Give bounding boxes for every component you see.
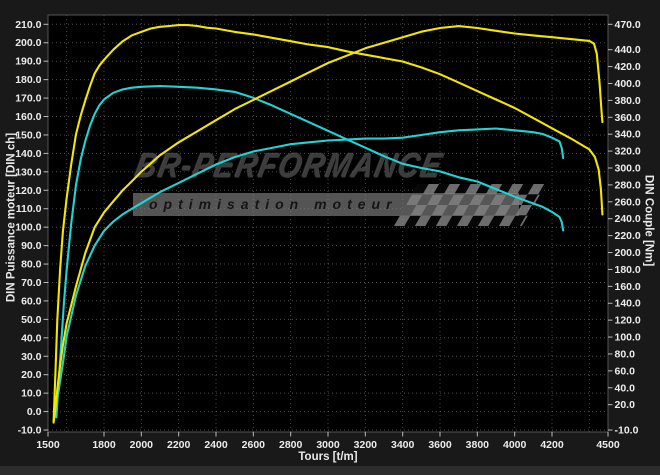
right-tick-label: 40.0: [615, 382, 636, 394]
x-tick-label: 4500: [596, 439, 620, 451]
right-tick-label: 240.0: [615, 213, 641, 225]
x-tick-label: 3200: [354, 439, 378, 451]
left-tick-label: -10.0: [18, 425, 42, 437]
left-tick-label: 0.0: [27, 406, 42, 418]
x-tick-label: 4000: [503, 439, 527, 451]
right-axis-title: DIN Couple [Nm]: [640, 141, 655, 301]
left-axis-title: DIN Puissance moteur [DIN ch]: [6, 108, 21, 328]
x-tick-label: 2600: [242, 439, 266, 451]
x-tick-label: 4200: [540, 439, 564, 451]
right-tick-label: 20.0: [615, 399, 636, 411]
watermark-tagline: optimisation moteur: [133, 193, 519, 216]
right-tick-label: 340.0: [615, 129, 641, 141]
x-tick-label: 1500: [36, 439, 60, 451]
right-tick-label: 300.0: [615, 162, 641, 174]
left-tick-label: 10.0: [21, 388, 42, 400]
chart-plot-area: 210.0200.0190.0180.0170.0160.0150.0140.0…: [0, 0, 660, 475]
x-tick-label: 3400: [391, 439, 415, 451]
right-tick-label: 440.0: [615, 44, 641, 56]
x-tick-label: 3800: [466, 439, 490, 451]
left-tick-label: 60.0: [21, 295, 42, 307]
right-tick-label: -10.0: [615, 425, 639, 437]
x-axis-title: Tours [t/m]: [48, 451, 608, 463]
left-tick-label: 70.0: [21, 277, 42, 289]
right-tick-label: 360.0: [615, 112, 641, 124]
watermark: BR-Performance optimisation moteur: [130, 156, 542, 228]
left-tick-label: 50.0: [21, 314, 42, 326]
right-tick-label: 200.0: [615, 247, 641, 259]
right-tick-label: 140.0: [615, 298, 641, 310]
x-tick-label: 1800: [92, 439, 116, 451]
right-tick-label: 420.0: [615, 61, 641, 73]
left-tick-label: 170.0: [15, 93, 41, 105]
left-tick-label: 90.0: [21, 240, 42, 252]
left-tick-label: 40.0: [21, 332, 42, 344]
left-tick-label: 200.0: [15, 37, 41, 49]
right-tick-label: 280.0: [615, 179, 641, 191]
right-tick-label: 180.0: [615, 264, 641, 276]
left-tick-label: 190.0: [15, 56, 41, 68]
x-tick-label: 3600: [428, 439, 452, 451]
left-tick-label: 180.0: [15, 74, 41, 86]
x-tick-label: 2000: [130, 439, 154, 451]
left-tick-label: 30.0: [21, 351, 42, 363]
right-tick-label: 320.0: [615, 146, 641, 158]
right-tick-label: 220.0: [615, 230, 641, 242]
left-tick-label: 20.0: [21, 369, 42, 381]
right-tick-label: 400.0: [615, 78, 641, 90]
x-tick-label: 3000: [316, 439, 340, 451]
dyno-chart-page: 210.0200.0190.0180.0170.0160.0150.0140.0…: [0, 0, 660, 475]
left-tick-label: 210.0: [15, 19, 41, 31]
right-tick-label: 380.0: [615, 95, 641, 107]
x-tick-label: 2200: [167, 439, 191, 451]
right-tick-label: 160.0: [615, 281, 641, 293]
watermark-brand-logo: BR-Performance: [132, 148, 447, 187]
right-tick-label: 260.0: [615, 196, 641, 208]
right-tick-label: 80.0: [615, 348, 636, 360]
left-tick-label: 80.0: [21, 259, 42, 271]
right-tick-label: 100.0: [615, 332, 641, 344]
x-tick-label: 2800: [279, 439, 303, 451]
watermark-bar: optimisation moteur: [133, 193, 519, 216]
x-tick-label: 2400: [204, 439, 228, 451]
right-tick-label: 60.0: [615, 365, 636, 377]
right-tick-label: 470.0: [615, 19, 641, 31]
right-tick-label: 120.0: [615, 315, 641, 327]
